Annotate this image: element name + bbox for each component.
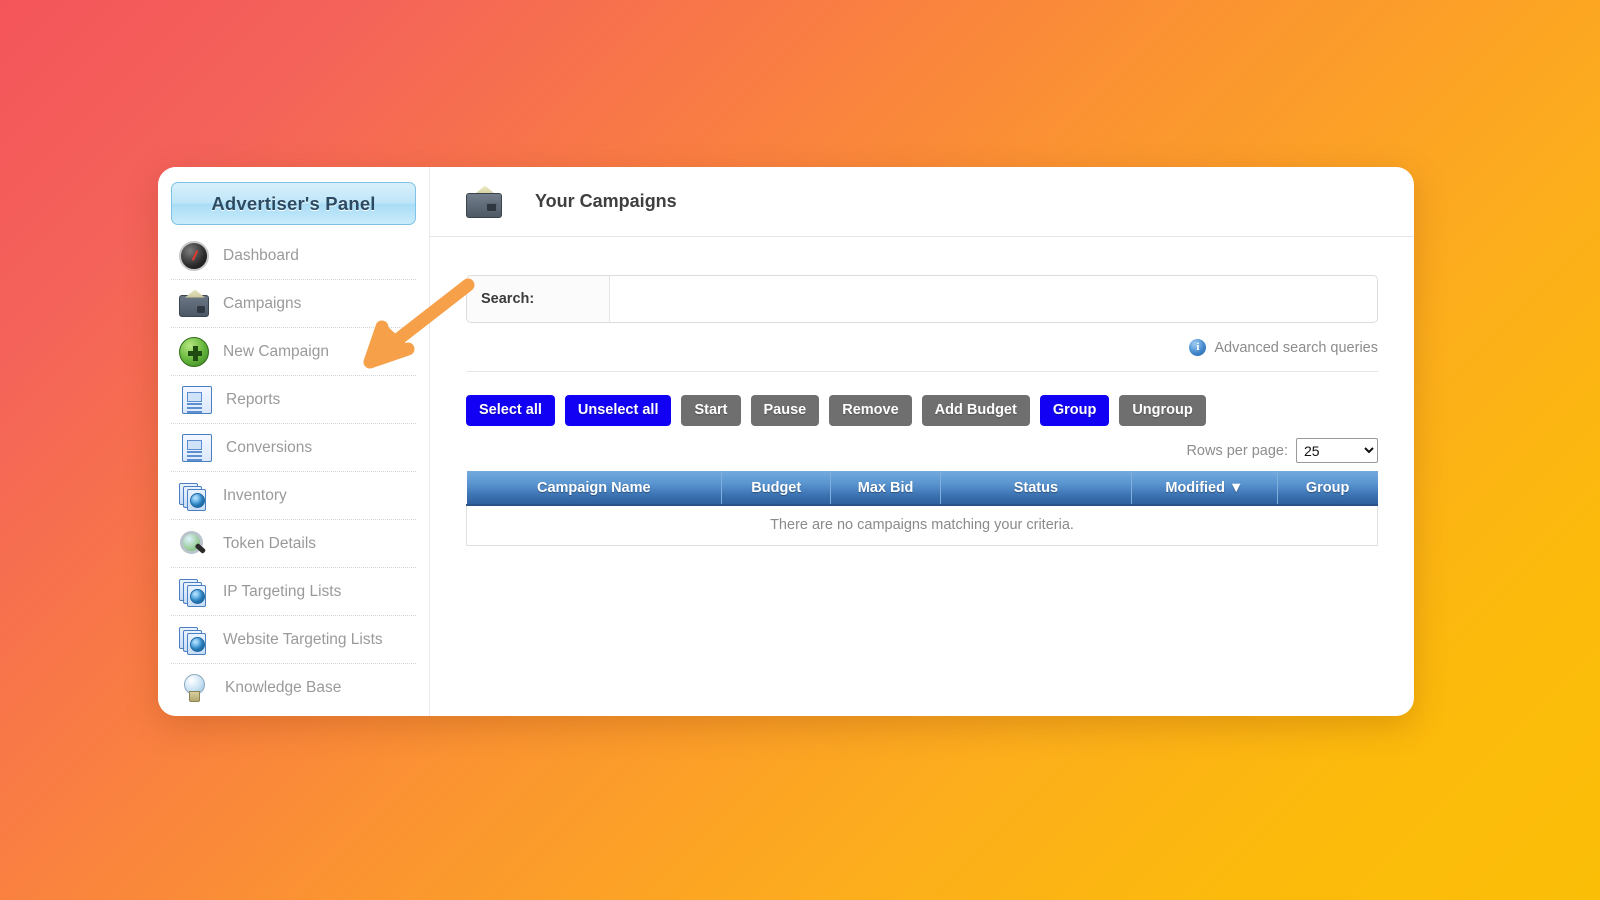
sidebar-item-reports[interactable]: Reports bbox=[171, 376, 416, 424]
globe-stack-icon bbox=[179, 579, 209, 607]
main-content: Your Campaigns Search: i Advanced search… bbox=[430, 167, 1414, 716]
blueprint-document-icon bbox=[182, 386, 212, 414]
magnifier-globe-icon bbox=[179, 530, 209, 558]
search-input[interactable] bbox=[610, 276, 1377, 322]
column-header-modified[interactable]: Modified ▼ bbox=[1131, 471, 1278, 506]
table-empty-message: There are no campaigns matching your cri… bbox=[466, 505, 1378, 546]
sidebar-item-label: IP Targeting Lists bbox=[223, 582, 342, 600]
sidebar-item-knowledge-base[interactable]: Knowledge Base bbox=[171, 664, 416, 712]
sidebar-item-label: Website Targeting Lists bbox=[223, 630, 383, 648]
column-header-budget[interactable]: Budget bbox=[721, 471, 832, 506]
wallet-icon bbox=[179, 294, 209, 317]
remove-button[interactable]: Remove bbox=[829, 395, 912, 426]
rows-per-page-row: Rows per page: 10 25 50 100 bbox=[466, 438, 1378, 463]
sidebar-item-label: Token Details bbox=[223, 534, 317, 552]
campaigns-table: Campaign Name Budget Max Bid Status Modi… bbox=[466, 471, 1378, 546]
search-label: Search: bbox=[467, 276, 610, 322]
sidebar-panel-title[interactable]: Advertiser's Panel bbox=[171, 182, 416, 225]
sidebar-item-label: New Campaign bbox=[223, 342, 329, 360]
group-button[interactable]: Group bbox=[1039, 395, 1110, 426]
sidebar-item-token-details[interactable]: Token Details bbox=[171, 520, 416, 568]
advanced-search-queries-link[interactable]: Advanced search queries bbox=[1214, 340, 1378, 356]
pause-button[interactable]: Pause bbox=[750, 395, 820, 426]
unselect-all-button[interactable]: Unselect all bbox=[564, 395, 672, 426]
globe-stack-icon bbox=[179, 483, 209, 511]
sidebar-item-label: Knowledge Base bbox=[225, 679, 342, 696]
rows-per-page-select[interactable]: 10 25 50 100 bbox=[1296, 438, 1378, 463]
sidebar-item-dashboard[interactable]: Dashboard bbox=[171, 232, 416, 280]
table-header-row: Campaign Name Budget Max Bid Status Modi… bbox=[466, 471, 1378, 506]
column-header-status[interactable]: Status bbox=[940, 471, 1133, 506]
wallet-icon bbox=[466, 185, 502, 218]
sidebar-item-label: Campaigns bbox=[223, 294, 302, 312]
sidebar: Advertiser's Panel Dashboard Campaigns N… bbox=[158, 167, 430, 716]
column-header-max-bid[interactable]: Max Bid bbox=[830, 471, 941, 506]
sidebar-panel-title-label: Advertiser's Panel bbox=[211, 192, 376, 214]
table-empty-row: There are no campaigns matching your cri… bbox=[466, 505, 1378, 546]
sidebar-item-label: Dashboard bbox=[223, 246, 299, 264]
ungroup-button[interactable]: Ungroup bbox=[1119, 395, 1206, 426]
lightbulb-icon bbox=[181, 674, 211, 702]
advanced-search-row: i Advanced search queries bbox=[466, 339, 1378, 372]
sidebar-item-campaigns[interactable]: Campaigns bbox=[171, 280, 416, 328]
column-header-campaign-name[interactable]: Campaign Name bbox=[466, 471, 723, 506]
select-all-button[interactable]: Select all bbox=[466, 395, 555, 426]
sidebar-item-website-targeting-lists[interactable]: Website Targeting Lists bbox=[171, 616, 416, 664]
sidebar-item-label: Reports bbox=[226, 390, 281, 408]
action-toolbar: Select all Unselect all Start Pause Remo… bbox=[466, 395, 1378, 426]
page-body: Search: i Advanced search queries Select… bbox=[430, 237, 1414, 716]
sidebar-item-conversions[interactable]: Conversions bbox=[171, 424, 416, 472]
blueprint-document-icon bbox=[182, 434, 212, 462]
sidebar-item-inventory[interactable]: Inventory bbox=[171, 472, 416, 520]
start-button[interactable]: Start bbox=[681, 395, 741, 426]
green-plus-icon bbox=[179, 336, 209, 367]
advertiser-panel-card: Advertiser's Panel Dashboard Campaigns N… bbox=[158, 167, 1414, 716]
column-header-group[interactable]: Group bbox=[1277, 471, 1378, 506]
rows-per-page-label: Rows per page: bbox=[1186, 442, 1288, 459]
page-title: Your Campaigns bbox=[535, 191, 677, 211]
globe-stack-icon bbox=[179, 627, 209, 655]
dashboard-gauge-icon bbox=[179, 240, 209, 271]
sidebar-item-ip-targeting-lists[interactable]: IP Targeting Lists bbox=[171, 568, 416, 616]
page-header: Your Campaigns bbox=[430, 167, 1414, 237]
search-box: Search: bbox=[466, 275, 1378, 323]
add-budget-button[interactable]: Add Budget bbox=[921, 395, 1030, 426]
sidebar-item-label: Conversions bbox=[226, 438, 313, 456]
info-circle-icon[interactable]: i bbox=[1189, 339, 1207, 356]
sidebar-item-label: Inventory bbox=[223, 486, 287, 504]
sidebar-item-new-campaign[interactable]: New Campaign bbox=[171, 328, 416, 376]
sidebar-nav: Dashboard Campaigns New Campaign Reports… bbox=[171, 232, 416, 712]
